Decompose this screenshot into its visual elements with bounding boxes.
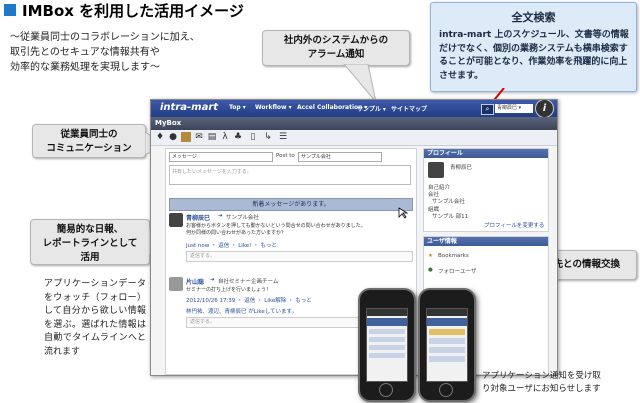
phone-row	[369, 337, 405, 342]
phone-status-bar	[367, 309, 407, 316]
avatar[interactable]	[169, 213, 183, 227]
message-type-select[interactable]: メッセージ	[169, 152, 273, 162]
mybox-bar: MyBox	[151, 117, 557, 130]
nav-top[interactable]: Top ▾	[229, 104, 246, 111]
intro-text: ～従業員同士のコラボレーションに加え、 取引先とのセキュアな情報共有や 効率的な…	[10, 32, 200, 73]
follow-icon: ●	[428, 267, 433, 273]
cursor-icon	[398, 207, 408, 219]
profile-avatar	[428, 162, 444, 178]
person-walk-icon[interactable]: λ	[220, 132, 230, 142]
phone-row	[369, 353, 405, 358]
avatar[interactable]	[169, 277, 183, 291]
company-value: サンプル会社	[432, 199, 465, 205]
employee-callout: 従業員同士の コミュニケーション	[32, 124, 146, 158]
search-icon[interactable]: ⌕	[481, 104, 494, 115]
person-icon[interactable]: ●	[168, 132, 178, 142]
new-messages-bar[interactable]: 新着メッセージがあります。	[169, 198, 413, 211]
profile-name: 青柳辰巳	[450, 165, 473, 171]
reply-input[interactable]: 返信する。	[186, 317, 371, 328]
phone-row	[429, 347, 465, 353]
toolbar: ♦ ● ✉ ▤ λ ♣ ▯ ↳ ☰	[151, 130, 557, 146]
intra-mart-logo: intra-mart	[160, 102, 219, 113]
post-meta[interactable]: 2012/10/26 17:39 ・ 返信 ・ Like解除 ・ もっと	[186, 296, 312, 304]
phone-screen	[426, 308, 468, 382]
top-nav-bar: intra-mart Top ▾ Workflow ▾ Accel Collab…	[151, 100, 557, 117]
edit-profile-link[interactable]: プロフィールを変更する	[484, 221, 544, 229]
list-icon[interactable]: ☰	[278, 132, 288, 142]
nav-sitemap[interactable]: サイトマップ	[391, 104, 427, 113]
nav-sample[interactable]: サンプル ▾	[357, 104, 386, 113]
user-select[interactable]: 青柳辰巳 ▾	[495, 104, 533, 113]
reply-input[interactable]: 返信する。	[186, 251, 413, 262]
post-text-line-2: 何か同様の問い合わせがあった方いますか？	[186, 230, 287, 236]
page-title: IMBox を利用した活用イメージ	[22, 2, 244, 20]
post-text-line-1: セミナーの打ち上げを行いましょう！	[186, 287, 272, 293]
mail-icon[interactable]: ✉	[194, 132, 204, 142]
post-meta[interactable]: Just now ・ 返信 ・ Like! ・ もっと	[186, 241, 277, 249]
profile-heading: プロフィール	[424, 149, 548, 158]
phone-row	[429, 338, 465, 344]
post-target[interactable]: サンプル会社	[226, 213, 259, 221]
search-callout-body: intra-mart 上のスケジュール、文書等の情報だけでなく、個別の業務システ…	[439, 30, 629, 81]
phone-row	[369, 345, 405, 350]
phone-row	[429, 329, 465, 335]
search-callout-title: 全文検索	[511, 11, 556, 24]
nav-workflow[interactable]: Workflow ▾	[255, 104, 292, 111]
phone-status-bar	[427, 309, 467, 316]
cube-icon[interactable]	[181, 132, 191, 142]
post-to-select[interactable]: サンプル会社	[298, 152, 382, 162]
help-icon[interactable]: i	[535, 100, 554, 118]
alarm-callout-arrow	[343, 64, 377, 103]
post-target-arrow-icon: ➔	[210, 277, 215, 283]
bookmarks-item[interactable]: Bookmarks	[438, 253, 469, 259]
phone-header	[367, 318, 407, 326]
org-value: サンプル 部11	[432, 214, 469, 220]
book-icon[interactable]: ▤	[207, 132, 217, 142]
search-callout: 全文検索 intra-mart 上のスケジュール、文書等の情報だけでなく、個別の…	[430, 2, 637, 92]
post-target-arrow-icon: ➔	[218, 213, 223, 219]
phone-screen	[366, 308, 408, 382]
notification-note: アプリケーション通知を受け取 り対象ユーザにお知らせします	[482, 371, 601, 394]
group-icon[interactable]: ♣	[233, 132, 243, 142]
user-info-heading: ユーザ情報	[424, 237, 548, 246]
home-button-icon	[439, 383, 453, 397]
follow-note: アプリケーションデータをウォッチ（フォロー）して自分から欲しい情報を選ぶ。選ばれ…	[44, 279, 146, 357]
post-user-name[interactable]: 片山聡	[186, 277, 204, 286]
smartphone-right	[418, 288, 476, 402]
report-callout: 簡易的な日報、 レポートラインとして 活用	[30, 219, 150, 265]
post-to-label: Post to	[276, 153, 295, 159]
document-icon[interactable]: ▯	[248, 132, 258, 142]
phone-row	[369, 329, 405, 334]
home-button-icon	[379, 383, 393, 397]
post-likes[interactable]: 林円祐、渡辺、青柳辰巳 がLikeしています。	[186, 307, 366, 315]
smartphone-left	[358, 288, 416, 402]
post-text-line-1: お客様からボタンを押しても動かないという問合せの問い合わせがありました。	[186, 223, 366, 229]
follow-users-item[interactable]: フォローユーザ	[438, 267, 476, 275]
title-square-icon	[4, 4, 16, 16]
profile-panel: プロフィール 青柳辰巳 自己紹介 会社 サンプル会社 組織 サンプル 部11 プ…	[423, 148, 549, 232]
alarm-callout: 社内外のシステムからの アラーム通知	[262, 30, 410, 66]
bulb-icon[interactable]: ♦	[155, 132, 165, 142]
app-screenshot: intra-mart Top ▾ Workflow ▾ Accel Collab…	[150, 99, 558, 376]
bookmark-icon: ★	[428, 253, 433, 259]
phone-row	[429, 356, 465, 362]
post-target[interactable]: 自社セミナー企画チーム	[218, 277, 278, 285]
post-input[interactable]: 共有したいメッセージを入力する。	[169, 165, 411, 185]
post-user-name[interactable]: 青柳辰巳	[186, 213, 210, 222]
mybox-title: MyBox	[155, 119, 182, 127]
phone-header	[427, 318, 467, 326]
export-icon[interactable]: ↳	[263, 132, 273, 142]
